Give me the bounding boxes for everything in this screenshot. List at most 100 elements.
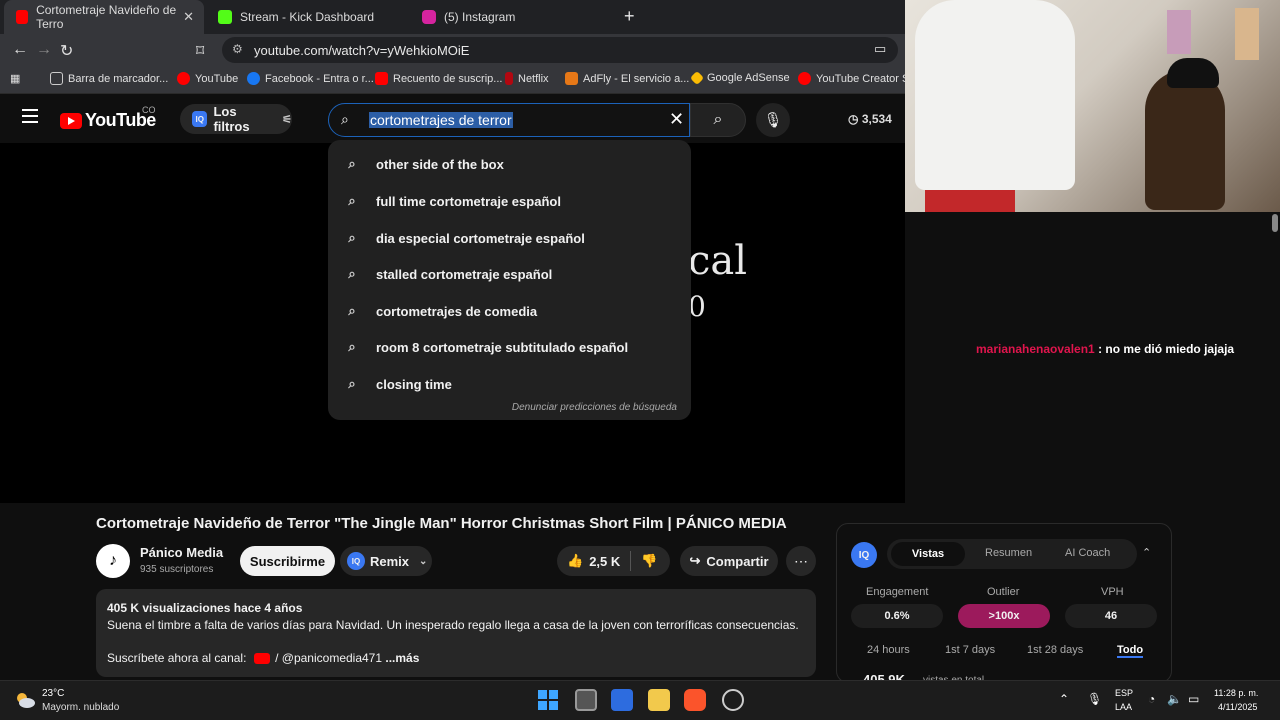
suggestion-text: cortometrajes de comedia [376, 303, 538, 319]
search-icon: ⌕ [348, 156, 356, 171]
filters-button[interactable]: IQ Los filtros ⚟ [180, 104, 292, 134]
store-icon[interactable] [611, 689, 633, 711]
show-more-link[interactable]: ...más [385, 651, 419, 665]
bookmark-label: Google AdSense [707, 72, 790, 84]
keyboard-layout[interactable]: LAA [1115, 702, 1132, 712]
search-input[interactable]: ⌕ cortometrajes de terror ✕ [328, 103, 690, 137]
bookmark-youtube[interactable]: YouTube [177, 72, 238, 85]
menu-icon[interactable] [22, 109, 38, 123]
bookmark-label: YouTube [195, 72, 239, 85]
suggestion-item[interactable]: ⌕ closing time [328, 366, 691, 402]
suggestion-item[interactable]: ⌕ cortometrajes de comedia [328, 293, 691, 329]
tab-kick[interactable]: Stream - Kick Dashboard [206, 0, 406, 34]
share-button[interactable]: ↪ Compartir [680, 546, 778, 576]
partly-cloudy-icon[interactable] [14, 689, 36, 711]
apps-icon[interactable]: ▦ [10, 72, 20, 85]
bookmark-creator-studio[interactable]: YouTube Creator St... [798, 72, 922, 85]
site-info-icon[interactable]: ⚙ [232, 42, 243, 56]
bookmark-folder[interactable]: Barra de marcador... [50, 72, 168, 85]
period-7d[interactable]: 1st 7 days [945, 644, 995, 656]
chevron-down-icon[interactable]: ⌄ [419, 556, 427, 567]
windows-start-icon[interactable] [537, 689, 559, 711]
bookmark-sub-count[interactable]: Recuento de suscrip... [375, 72, 502, 85]
iq-icon: IQ [347, 552, 365, 570]
task-view-icon[interactable] [575, 689, 597, 711]
tab-resumen[interactable]: Resumen [985, 547, 1032, 559]
clear-search-icon[interactable]: ✕ [669, 109, 684, 130]
metric-label: Engagement [866, 586, 929, 598]
cast-icon[interactable]: ▭ [874, 41, 886, 57]
suggestion-item[interactable]: ⌕ stalled cortometraje español [328, 256, 691, 292]
adsense-icon [689, 70, 705, 86]
suggestion-item[interactable]: ⌕ room 8 cortometraje subtitulado español [328, 329, 691, 365]
new-tab-button[interactable]: + [624, 6, 635, 27]
adfly-icon [565, 72, 578, 85]
close-icon[interactable]: ✕ [183, 9, 194, 25]
weather-temp[interactable]: 23°C [42, 688, 64, 699]
suggestion-item[interactable]: ⌕ dia especial cortometraje español [328, 220, 691, 256]
youtube-icon [375, 72, 388, 85]
bookmark-adfly[interactable]: AdFly - El servicio a... [565, 72, 689, 85]
bookmark-label: Facebook - Entra o r... [265, 72, 374, 85]
bookmark-netflix[interactable]: Netflix [505, 72, 549, 85]
youtube-icon [798, 72, 811, 85]
bookmark-icon[interactable]: ⌑ [196, 41, 204, 61]
brave-browser-icon[interactable] [684, 689, 706, 711]
chevron-up-icon[interactable]: ⌃ [1059, 692, 1069, 706]
metric-value-outlier: >100x [958, 604, 1050, 628]
suggestion-item[interactable]: ⌕ other side of the box [328, 146, 691, 182]
person-cap [1167, 58, 1219, 88]
obs-icon[interactable] [722, 689, 744, 711]
chevron-up-icon[interactable]: ⌃ [1142, 546, 1151, 559]
input-language[interactable]: ESP [1115, 688, 1133, 698]
iq-logo: IQ [851, 542, 877, 568]
volume-icon[interactable]: 🔈 [1167, 692, 1182, 706]
views-counter: ◷ 3,534 [848, 112, 892, 126]
dislike-icon[interactable]: 👎 [641, 553, 657, 569]
suggestion-text: dia especial cortometraje español [376, 230, 585, 246]
report-predictions-link[interactable]: Denunciar predicciones de búsqueda [512, 402, 677, 413]
description-box[interactable]: 405 K visualizaciones hace 4 años Suena … [96, 589, 816, 677]
back-icon[interactable]: ← [12, 41, 28, 59]
wifi-icon[interactable]: ◔ [1148, 692, 1155, 706]
file-explorer-icon[interactable] [648, 689, 670, 711]
like-count[interactable]: 2,5 K [589, 554, 620, 569]
address-bar[interactable]: ⚙ youtube.com/watch?v=yWehkioMOiE [222, 37, 898, 63]
bookmark-facebook[interactable]: Facebook - Entra o r... [247, 72, 374, 85]
reload-icon[interactable]: ↻ [60, 41, 73, 61]
channel-avatar[interactable]: ♪ [96, 544, 130, 578]
like-icon[interactable]: 👍 [567, 553, 583, 569]
wall-poster [1235, 8, 1259, 60]
period-28d[interactable]: 1st 28 days [1027, 644, 1083, 656]
remix-button[interactable]: IQ Remix ⌄ [340, 546, 432, 576]
system-date[interactable]: 4/11/2025 [1218, 702, 1257, 712]
voice-search-button[interactable]: 🎙 [756, 103, 790, 137]
youtube-icon [16, 10, 29, 24]
tab-youtube[interactable]: Cortometraje Navideño de Terro ✕ [4, 0, 204, 34]
suggestion-item[interactable]: ⌕ full time cortometraje español [328, 183, 691, 219]
channel-handle-link[interactable]: / @panicomedia471 [275, 651, 382, 665]
microphone-icon[interactable]: 🎙 [1087, 692, 1102, 706]
subscribe-button[interactable]: Suscribirme [240, 546, 335, 576]
scrollbar-thumb[interactable] [1272, 214, 1278, 232]
metric-value-vph: 46 [1065, 604, 1157, 628]
tab-vistas[interactable]: Vistas [891, 542, 965, 566]
search-query-text[interactable]: cortometrajes de terror [369, 112, 513, 128]
system-time[interactable]: 11:28 p. m. [1214, 688, 1258, 698]
bookmark-adsense[interactable]: Google AdSense [689, 70, 790, 86]
kick-icon [218, 10, 232, 24]
folder-icon [50, 72, 63, 85]
more-actions-button[interactable]: ⋯ [786, 546, 816, 576]
tab-ai-coach[interactable]: AI Coach [1065, 547, 1110, 559]
weather-desc[interactable]: Mayorm. nublado [42, 702, 119, 713]
period-24h[interactable]: 24 hours [867, 644, 910, 656]
forward-icon[interactable]: → [36, 41, 52, 59]
tab-instagram[interactable]: (5) Instagram [410, 0, 610, 34]
period-all[interactable]: Todo [1117, 644, 1144, 658]
channel-name[interactable]: Pánico Media [140, 545, 223, 560]
search-icon: ⌕ [348, 193, 356, 208]
page-scrollbar[interactable] [1270, 212, 1280, 678]
battery-icon[interactable]: ▭ [1188, 692, 1199, 706]
search-button[interactable]: ⌕ [690, 103, 746, 137]
person-white-shirt [915, 0, 1075, 190]
